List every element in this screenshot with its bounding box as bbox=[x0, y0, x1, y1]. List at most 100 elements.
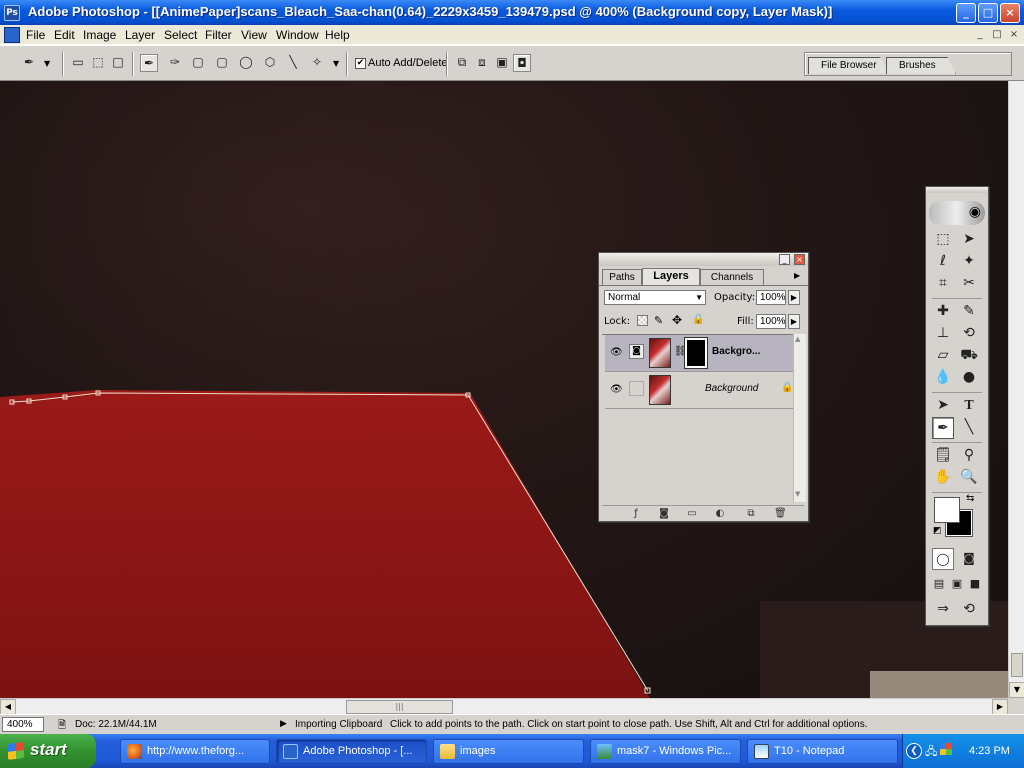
menu-help[interactable]: Help bbox=[325, 28, 350, 42]
zoom-field[interactable]: 400% bbox=[2, 717, 44, 732]
horizontal-scroll-thumb[interactable]: ||| bbox=[346, 700, 453, 714]
doc-close-button[interactable]: × bbox=[1006, 28, 1022, 42]
scroll-left-arrow-icon[interactable]: ◀ bbox=[0, 699, 16, 715]
link-slot[interactable] bbox=[629, 381, 644, 396]
start-button[interactable]: start bbox=[0, 734, 96, 768]
eraser-tool-icon[interactable]: ▱ bbox=[932, 345, 954, 367]
tab-paths[interactable]: Paths bbox=[602, 269, 642, 285]
doc-restore-button[interactable]: □ bbox=[989, 28, 1005, 42]
brush-tool-icon[interactable]: ✎ bbox=[958, 301, 980, 323]
hand-tool-icon[interactable]: ✋ bbox=[932, 467, 954, 489]
eyedropper-icon[interactable]: ⚲ bbox=[958, 445, 980, 467]
custom-shape-icon[interactable]: ✧ bbox=[308, 54, 326, 72]
palette-menu-arrow-icon[interactable]: ▶ bbox=[794, 271, 800, 280]
menu-filter[interactable]: Filter bbox=[205, 28, 232, 42]
layer-mask-thumbnail[interactable] bbox=[684, 337, 708, 369]
tab-layers[interactable]: Layers bbox=[642, 268, 700, 286]
adjustment-layer-icon[interactable]: ◐ bbox=[714, 508, 726, 520]
doc-minimize-button[interactable]: _ bbox=[972, 28, 988, 42]
exclude-overlap-icon[interactable]: ◘ bbox=[513, 54, 531, 72]
magic-wand-icon[interactable]: ✦ bbox=[958, 251, 980, 273]
menu-window[interactable]: Window bbox=[276, 28, 319, 42]
path-selection-icon[interactable]: ➤ bbox=[932, 395, 954, 417]
polygon-tool-icon[interactable]: ⬡ bbox=[261, 54, 279, 72]
add-to-shape-icon[interactable]: ⧉ bbox=[453, 54, 471, 72]
line-shape-icon[interactable]: ╲ bbox=[958, 417, 980, 439]
palette-minimize-button[interactable]: _ bbox=[779, 254, 790, 265]
task-picture-viewer[interactable]: mask7 - Windows Pic... bbox=[590, 739, 741, 764]
vertical-scroll-thumb[interactable] bbox=[1011, 653, 1023, 677]
default-colors-icon[interactable]: ◩ bbox=[933, 526, 942, 536]
scroll-right-arrow-icon[interactable]: ▶ bbox=[992, 699, 1008, 715]
blend-mode-select[interactable]: Normal ▼ bbox=[604, 290, 706, 305]
add-mask-icon[interactable]: ◙ bbox=[658, 508, 670, 520]
full-screen-icon[interactable]: ■ bbox=[964, 573, 986, 595]
notes-tool-icon[interactable]: 🗒 bbox=[932, 445, 954, 467]
menu-select[interactable]: Select bbox=[164, 28, 197, 42]
history-brush-icon[interactable]: ⟲ bbox=[958, 323, 980, 345]
adobe-online-icon[interactable]: ◉ bbox=[929, 201, 985, 225]
dodge-tool-icon[interactable]: ● bbox=[958, 367, 980, 389]
lasso-tool-icon[interactable]: ℓ bbox=[932, 251, 954, 273]
clone-stamp-icon[interactable]: ⊥ bbox=[932, 323, 954, 345]
jump-to-imageready-icon[interactable]: ⇒ bbox=[932, 599, 954, 621]
lock-all-icon[interactable]: 🔒 bbox=[692, 314, 704, 325]
title-bar[interactable]: Ps Adobe Photoshop - [[AnimePaper]scans_… bbox=[0, 0, 1024, 25]
close-button[interactable]: × bbox=[1000, 3, 1020, 23]
layer-style-icon[interactable]: ƒ bbox=[630, 508, 642, 520]
toolbox-title-bar[interactable] bbox=[926, 187, 988, 193]
new-layer-icon[interactable]: ⧉ bbox=[745, 508, 757, 520]
photoshop-app-icon[interactable]: Ps bbox=[4, 5, 20, 21]
layer-thumbnail[interactable] bbox=[649, 375, 671, 405]
fill-field[interactable]: 100% bbox=[756, 314, 786, 329]
new-set-icon[interactable]: ▭ bbox=[686, 508, 698, 520]
menu-view[interactable]: View bbox=[241, 28, 267, 42]
imageready-icon[interactable]: ⟲ bbox=[958, 599, 980, 621]
task-photoshop[interactable]: Adobe Photoshop - [... bbox=[276, 739, 427, 764]
zoom-tool-icon[interactable]: 🔍 bbox=[958, 467, 980, 489]
layer-row-background[interactable]: 👁 Background 🔒 bbox=[605, 372, 796, 409]
scroll-down-arrow-icon[interactable]: ▼ bbox=[1009, 682, 1024, 698]
opacity-slider-arrow-icon[interactable]: ▶ bbox=[788, 290, 800, 305]
foreground-color-swatch[interactable] bbox=[934, 497, 960, 523]
messenger-icon[interactable] bbox=[940, 743, 952, 755]
intersect-shape-icon[interactable]: ▣ bbox=[493, 54, 511, 72]
swap-colors-icon[interactable]: ⇆ bbox=[966, 493, 974, 504]
layers-scrollbar[interactable]: ▲ ▼ bbox=[793, 334, 806, 502]
vertical-scrollbar[interactable]: ▼ bbox=[1008, 81, 1024, 698]
trash-icon[interactable]: 🗑 bbox=[774, 508, 787, 520]
shape-dropdown-icon[interactable]: ▼ bbox=[333, 59, 339, 68]
eye-visibility-icon[interactable]: 👁 bbox=[610, 384, 623, 395]
scroll-down-arrow-icon[interactable]: ▼ bbox=[795, 490, 800, 498]
shape-layers-icon[interactable]: ▭ bbox=[69, 54, 87, 72]
menu-edit[interactable]: Edit bbox=[54, 28, 75, 42]
paint-bucket-icon[interactable]: ⛟ bbox=[958, 345, 980, 367]
rectangle-tool-icon[interactable]: ▢ bbox=[189, 54, 207, 72]
eye-visibility-icon[interactable]: 👁 bbox=[610, 347, 623, 358]
menu-image[interactable]: Image bbox=[83, 28, 116, 42]
paths-mode-icon[interactable]: ⬚ bbox=[89, 54, 107, 72]
tab-channels[interactable]: Channels bbox=[700, 269, 764, 285]
fill-slider-arrow-icon[interactable]: ▶ bbox=[788, 314, 800, 329]
blur-tool-icon[interactable]: 💧 bbox=[932, 367, 954, 389]
quick-mask-icon[interactable]: ◙ bbox=[958, 548, 980, 570]
tray-expand-icon[interactable]: ❮ bbox=[906, 743, 922, 759]
horizontal-scrollbar[interactable]: ◀ ||| ▶ bbox=[0, 698, 1008, 715]
opacity-field[interactable]: 100% bbox=[756, 290, 786, 305]
palette-close-button[interactable]: × bbox=[794, 254, 805, 265]
crop-tool-icon[interactable]: ⌗ bbox=[932, 273, 954, 295]
lock-pixels-icon[interactable]: ✎ bbox=[654, 314, 663, 327]
layer-thumbnail[interactable] bbox=[649, 338, 671, 368]
status-menu-arrow-icon[interactable]: ▶ bbox=[280, 718, 287, 729]
pen-tool-preset-icon[interactable]: ✒ bbox=[20, 54, 38, 72]
task-notepad[interactable]: T10 - Notepad bbox=[747, 739, 898, 764]
network-icon[interactable]: 🖧 bbox=[925, 743, 937, 762]
auto-add-delete-checkbox[interactable]: ✔ bbox=[355, 58, 366, 69]
task-firefox[interactable]: http://www.theforg... bbox=[120, 739, 270, 764]
marquee-tool-icon[interactable]: ⬚ bbox=[932, 229, 954, 251]
menu-file[interactable]: File bbox=[26, 28, 45, 42]
file-browser-tab[interactable]: File Browser bbox=[808, 57, 890, 74]
palette-title-bar[interactable]: _ × bbox=[599, 253, 808, 266]
brushes-tab[interactable]: Brushes bbox=[886, 57, 956, 74]
subtract-shape-icon[interactable]: ⧈ bbox=[473, 54, 491, 72]
